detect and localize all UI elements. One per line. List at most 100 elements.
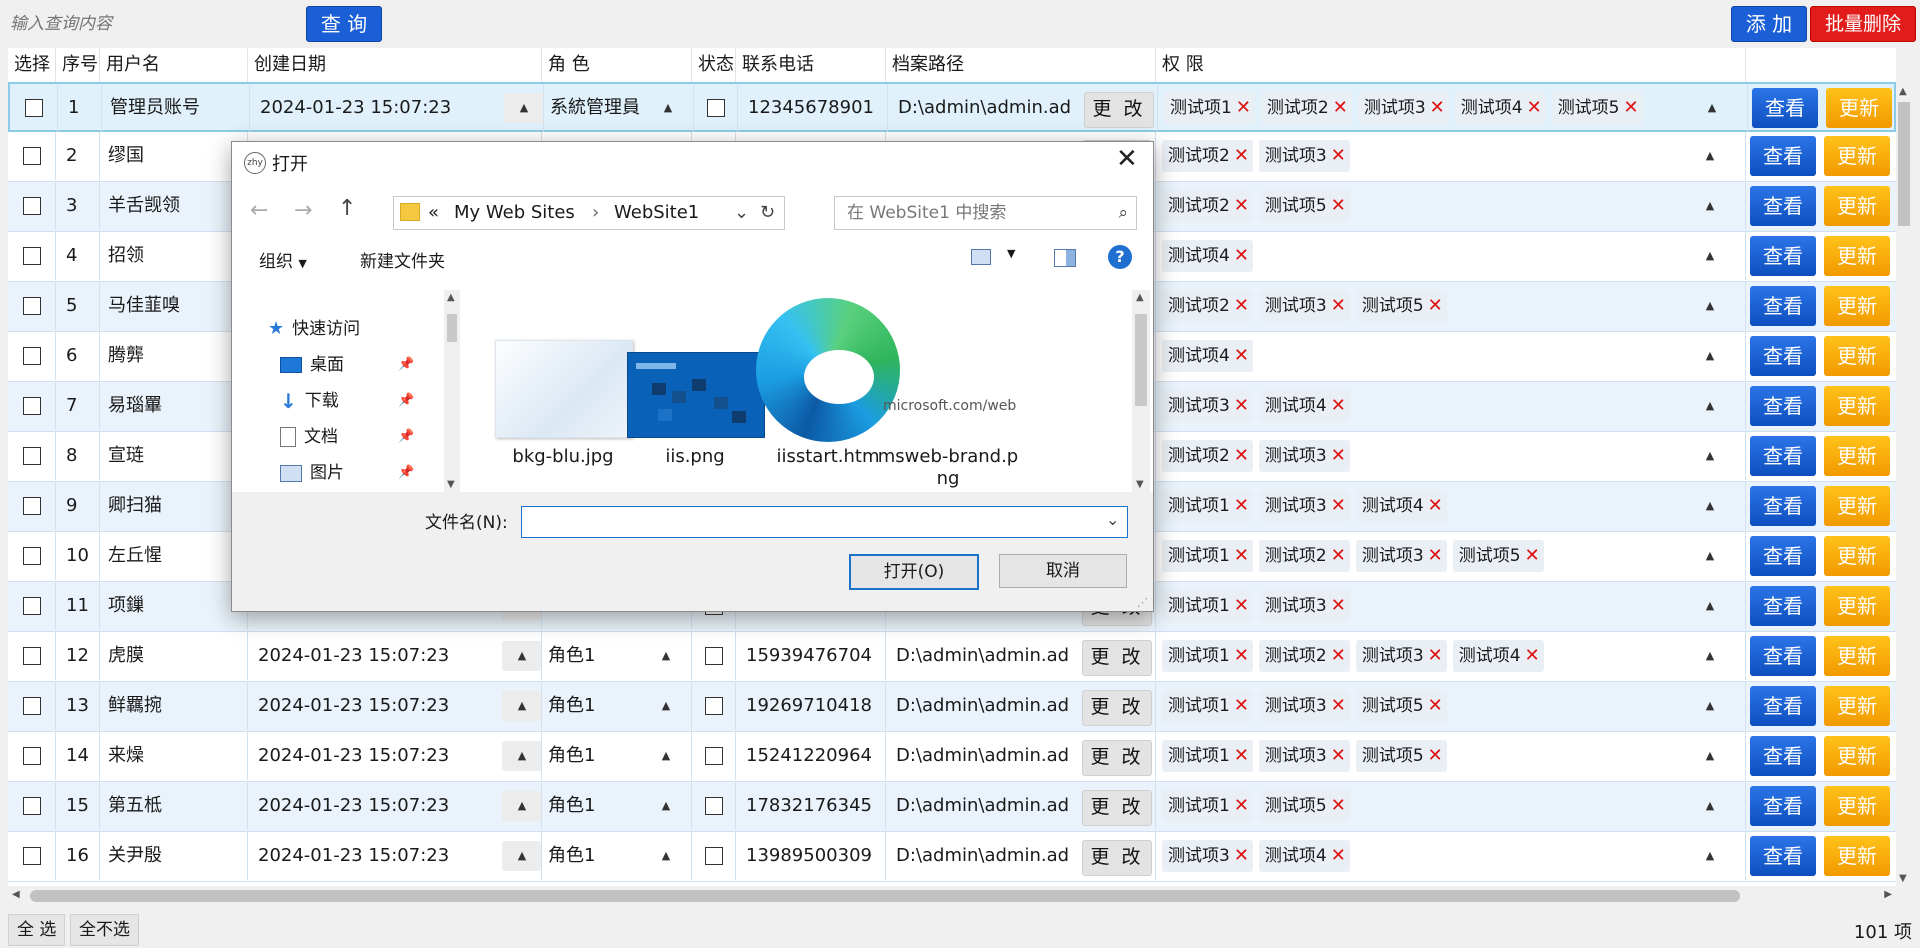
date-dropdown-icon[interactable]: ▲ xyxy=(502,641,541,671)
username-cell[interactable]: 腾龏 xyxy=(100,332,248,380)
row-checkbox[interactable] xyxy=(23,147,41,165)
select-cell[interactable] xyxy=(8,732,56,780)
remove-tag-icon[interactable]: ✕ xyxy=(1331,845,1346,866)
username-cell[interactable]: 缪国 xyxy=(100,132,248,180)
remove-tag-icon[interactable]: ✕ xyxy=(1331,145,1346,166)
cancel-button[interactable]: 取消 xyxy=(999,554,1127,588)
row-checkbox[interactable] xyxy=(23,697,41,715)
remove-tag-icon[interactable]: ✕ xyxy=(1331,195,1346,216)
scroll-left-arrow-icon[interactable]: ◀ xyxy=(12,889,20,900)
role-cell[interactable]: 角色1 ▲ xyxy=(542,732,692,780)
remove-tag-icon[interactable]: ✕ xyxy=(1234,545,1249,566)
date-dropdown-icon[interactable]: ▲ xyxy=(504,93,543,123)
files-scroll-up-icon[interactable]: ▲ xyxy=(1136,292,1144,303)
select-cell[interactable] xyxy=(10,84,58,132)
view-button[interactable]: 查看 xyxy=(1750,536,1816,576)
scroll-right-arrow-icon[interactable]: ▶ xyxy=(1884,889,1892,900)
view-button[interactable]: 查看 xyxy=(1750,836,1816,876)
username-cell[interactable]: 招领 xyxy=(100,232,248,280)
change-path-button[interactable]: 更 改 xyxy=(1084,92,1154,128)
batch-delete-button[interactable]: 批量删除 xyxy=(1810,6,1916,42)
view-button[interactable]: 查看 xyxy=(1752,88,1818,128)
select-cell[interactable] xyxy=(8,632,56,680)
resize-grip-icon[interactable]: ⋰ xyxy=(1137,596,1148,609)
update-button[interactable]: 更新 xyxy=(1824,836,1890,876)
phone-cell[interactable]: 19269710418 xyxy=(736,682,886,730)
permissions-dropdown-icon[interactable]: ▲ xyxy=(1700,641,1720,671)
username-cell[interactable]: 鲜羈捥 xyxy=(100,682,248,730)
select-cell[interactable] xyxy=(8,432,56,480)
select-cell[interactable] xyxy=(8,832,56,880)
permissions-cell[interactable]: 测试项3 ✕ 测试项4 ✕ ▲ xyxy=(1156,832,1746,880)
vertical-scroll-thumb[interactable] xyxy=(1898,102,1910,226)
horizontal-scroll-thumb[interactable] xyxy=(30,890,1740,902)
created-date-cell[interactable]: 2024-01-23 15:07:23 ▲ xyxy=(248,682,542,730)
permissions-dropdown-icon[interactable]: ▲ xyxy=(1700,141,1720,171)
pin-icon[interactable]: 📌 xyxy=(398,458,414,488)
view-button[interactable]: 查看 xyxy=(1750,736,1816,776)
view-button[interactable]: 查看 xyxy=(1750,786,1816,826)
file-thumbnail-bkg-blu[interactable] xyxy=(495,340,633,438)
update-button[interactable]: 更新 xyxy=(1824,136,1890,176)
change-path-button[interactable]: 更 改 xyxy=(1082,740,1152,776)
status-cell[interactable] xyxy=(692,682,736,730)
permissions-cell[interactable]: 测试项1 ✕ 测试项3 ✕ 测试项4 ✕ ▲ xyxy=(1156,482,1746,530)
status-checkbox[interactable] xyxy=(705,847,723,865)
scroll-up-arrow-icon[interactable]: ▲ xyxy=(1899,86,1907,97)
select-cell[interactable] xyxy=(8,232,56,280)
select-cell[interactable] xyxy=(8,682,56,730)
col-phone[interactable]: 联系电话 xyxy=(736,48,886,82)
remove-tag-icon[interactable]: ✕ xyxy=(1236,97,1251,118)
created-date-cell[interactable]: 2024-01-23 15:07:23 ▲ xyxy=(248,632,542,680)
view-button[interactable]: 查看 xyxy=(1750,286,1816,326)
dialog-search-box[interactable]: 在 WebSite1 中搜索 ⌕ xyxy=(834,196,1137,230)
permissions-dropdown-icon[interactable]: ▲ xyxy=(1700,791,1720,821)
col-status[interactable]: 状态 xyxy=(692,48,736,82)
permissions-dropdown-icon[interactable]: ▲ xyxy=(1700,341,1720,371)
permissions-dropdown-icon[interactable]: ▲ xyxy=(1700,741,1720,771)
nav-scrollbar[interactable]: ▲ ▼ xyxy=(444,290,460,492)
update-button[interactable]: 更新 xyxy=(1824,436,1890,476)
view-button[interactable]: 查看 xyxy=(1750,586,1816,626)
phone-cell[interactable]: 15939476704 xyxy=(736,632,886,680)
file-name-msweb-brand[interactable]: msweb-brand.png xyxy=(873,446,1023,490)
col-username[interactable]: 用户名 xyxy=(100,48,248,82)
change-path-button[interactable]: 更 改 xyxy=(1082,690,1152,726)
view-button[interactable]: 查看 xyxy=(1750,436,1816,476)
remove-tag-icon[interactable]: ✕ xyxy=(1525,645,1540,666)
select-all-button[interactable]: 全 选 xyxy=(8,914,66,946)
nav-item[interactable]: ★ 快速访问 xyxy=(268,314,360,344)
view-button[interactable]: 查看 xyxy=(1750,186,1816,226)
select-cell[interactable] xyxy=(8,482,56,530)
remove-tag-icon[interactable]: ✕ xyxy=(1430,97,1445,118)
row-checkbox[interactable] xyxy=(23,847,41,865)
path-cell[interactable]: D:\admin\admin.ad 更 改 xyxy=(886,732,1156,780)
update-button[interactable]: 更新 xyxy=(1824,386,1890,426)
select-cell[interactable] xyxy=(8,782,56,830)
role-cell[interactable]: 系統管理員 ▲ xyxy=(544,84,694,132)
remove-tag-icon[interactable]: ✕ xyxy=(1428,545,1443,566)
remove-tag-icon[interactable]: ✕ xyxy=(1428,745,1443,766)
row-checkbox[interactable] xyxy=(23,247,41,265)
role-dropdown-icon[interactable]: ▲ xyxy=(656,841,676,871)
role-dropdown-icon[interactable]: ▲ xyxy=(656,691,676,721)
row-checkbox[interactable] xyxy=(23,597,41,615)
col-select[interactable]: 选择 xyxy=(8,48,56,82)
files-scroll-down-icon[interactable]: ▼ xyxy=(1136,479,1144,490)
remove-tag-icon[interactable]: ✕ xyxy=(1428,295,1443,316)
select-cell[interactable] xyxy=(8,532,56,580)
table-row[interactable]: 13 鲜羈捥 2024-01-23 15:07:23 ▲ 角色1 ▲ 19269710418… xyxy=(8,682,1896,732)
row-checkbox[interactable] xyxy=(23,347,41,365)
col-no[interactable]: 序号 xyxy=(56,48,100,82)
nav-scroll-thumb[interactable] xyxy=(447,314,457,342)
col-role[interactable]: 角 色 xyxy=(542,48,692,82)
status-cell[interactable] xyxy=(692,732,736,780)
phone-cell[interactable]: 12345678901 xyxy=(738,84,888,132)
permissions-dropdown-icon[interactable]: ▲ xyxy=(1700,191,1720,221)
role-cell[interactable]: 角色1 ▲ xyxy=(542,832,692,880)
role-dropdown-icon[interactable]: ▲ xyxy=(656,791,676,821)
remove-tag-icon[interactable]: ✕ xyxy=(1525,545,1540,566)
remove-tag-icon[interactable]: ✕ xyxy=(1331,445,1346,466)
select-cell[interactable] xyxy=(8,582,56,630)
help-icon[interactable]: ? xyxy=(1108,245,1132,269)
